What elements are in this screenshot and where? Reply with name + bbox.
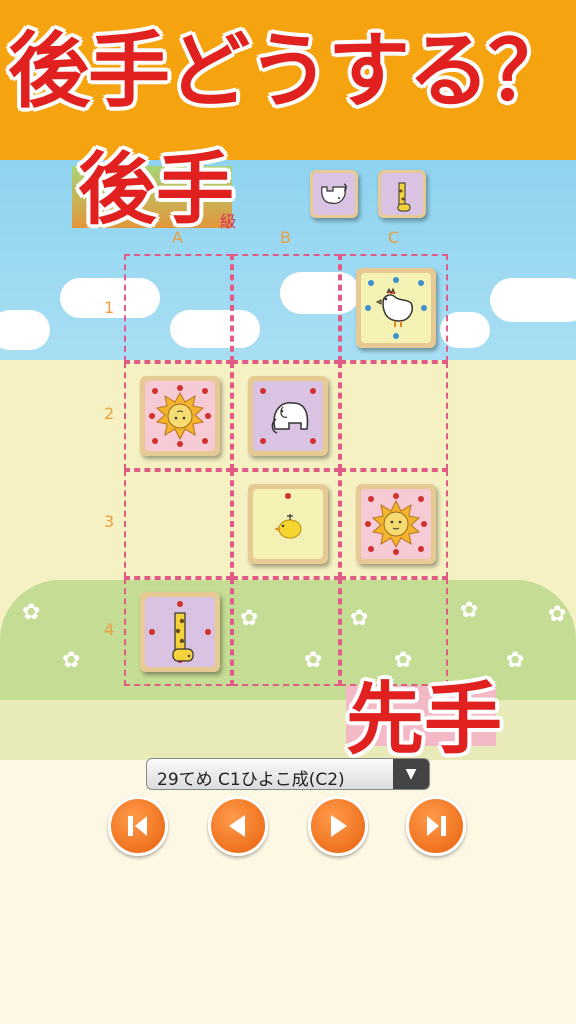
flower-icon: ✿	[460, 598, 479, 623]
captured-piece-giraffe[interactable]	[378, 170, 426, 218]
cloud	[0, 310, 50, 350]
lion-icon	[371, 499, 421, 549]
flower-icon: ✿	[22, 600, 41, 625]
piece-lion-A2[interactable]	[140, 376, 220, 456]
piece-chicken-C1[interactable]	[356, 268, 436, 348]
board-cell-B4[interactable]	[232, 578, 340, 686]
lion-icon	[155, 391, 205, 441]
row-label: 3	[104, 512, 115, 531]
top-banner: 後手どうする？	[0, 0, 576, 160]
piece-giraffe-A4[interactable]	[140, 592, 220, 672]
first-move-button[interactable]	[108, 796, 168, 856]
last-move-button[interactable]	[406, 796, 466, 856]
board-cell-A1[interactable]	[124, 254, 232, 362]
chevron-down-icon: ▼	[393, 759, 429, 789]
flower-icon: ✿	[62, 648, 81, 673]
chick-icon	[274, 514, 302, 539]
skip-back-icon	[128, 816, 147, 836]
flower-icon: ✿	[506, 648, 525, 673]
gote-label: 後手	[78, 145, 235, 235]
giraffe-icon	[397, 182, 411, 212]
board-cell-A3[interactable]	[124, 470, 232, 578]
play-forward-icon	[331, 815, 347, 837]
row-label: 2	[104, 404, 115, 423]
piece-lion-C3[interactable]	[356, 484, 436, 564]
previous-move-button[interactable]	[208, 796, 268, 856]
flower-icon: ✿	[548, 602, 567, 627]
giraffe-icon	[172, 612, 194, 662]
play-back-icon	[229, 815, 245, 837]
game-board: A B C 1 2 3 4	[104, 228, 448, 686]
column-label: A	[172, 228, 183, 247]
skip-forward-icon	[427, 816, 446, 836]
column-label: B	[280, 228, 291, 247]
board-cell-C2[interactable]	[340, 362, 448, 470]
piece-elephant-B2[interactable]	[248, 376, 328, 456]
board-cell-C4[interactable]	[340, 578, 448, 686]
column-label: C	[388, 228, 400, 247]
elephant-icon	[321, 183, 347, 204]
cloud	[490, 278, 576, 322]
next-move-button[interactable]	[308, 796, 368, 856]
sente-label: 先手	[346, 675, 503, 765]
board-cell-B1[interactable]	[232, 254, 340, 362]
elephant-icon	[271, 402, 309, 434]
chicken-icon	[375, 287, 413, 327]
banner-title: 後手どうする？	[7, 24, 570, 119]
row-label: 1	[104, 298, 115, 317]
move-select[interactable]: 29てめ C1ひよこ成(C2) ▼	[146, 758, 430, 790]
row-label: 4	[104, 620, 115, 639]
move-select-value: 29てめ C1ひよこ成(C2)	[157, 770, 345, 790]
piece-chick-B3[interactable]	[248, 484, 328, 564]
captured-piece-elephant[interactable]	[310, 170, 358, 218]
